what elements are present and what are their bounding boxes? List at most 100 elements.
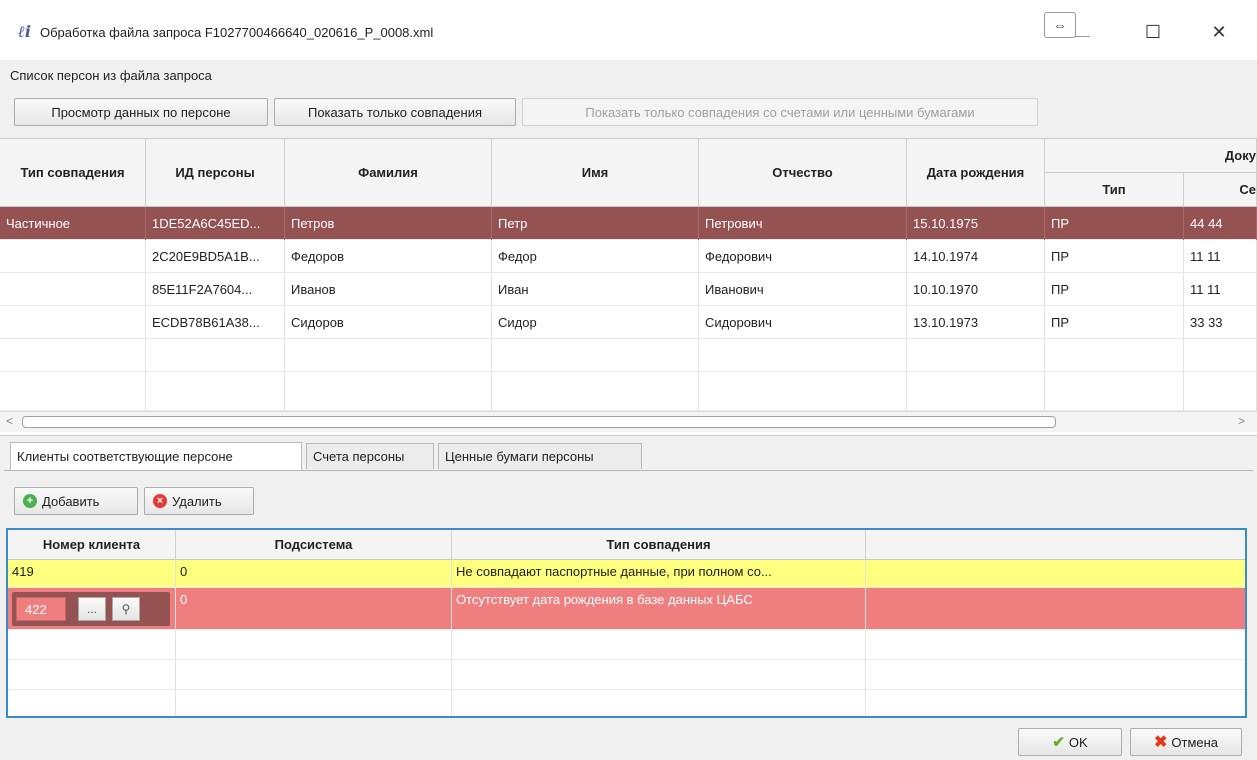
empty-cell [0,339,146,372]
show-matches-accounts-button[interactable]: Показать только совпадения со счетами ил… [522,98,1038,126]
cell-birth-date: 15.10.1975 [907,207,1045,240]
cell-birth-date: 14.10.1974 [907,240,1045,273]
header-match-type[interactable]: Тип совпадения [452,530,866,560]
cell-patronymic: Федорович [699,240,907,273]
cell-client-number-editor[interactable]: 422 ... ⚲ [8,588,176,629]
empty-cell [452,630,866,659]
header-last-name[interactable]: Фамилия [285,139,492,207]
search-button[interactable]: ⚲ [112,597,140,621]
empty-row [0,339,1257,372]
delete-button-label: Удалить [172,493,222,509]
empty-cell [492,339,699,372]
cell-subsystem: 0 [176,588,452,629]
cell-match-type [0,306,146,339]
table-row[interactable]: 2C20E9BD5A1B... Федоров Федор Федорович … [0,240,1257,273]
maximize-button[interactable]: ☐ [1130,14,1176,50]
cell-doc-series: 44 44 [1184,207,1257,240]
ok-button[interactable]: ✔ OK [1018,728,1122,756]
close-button[interactable]: ✕ [1196,14,1242,50]
header-doc-series[interactable]: Се [1184,173,1257,207]
cell-first-name: Иван [492,273,699,306]
empty-cell [866,690,1245,716]
cell-doc-series: 11 11 [1184,240,1257,273]
header-patronymic[interactable]: Отчество [699,139,907,207]
add-button[interactable]: + Добавить [14,487,138,515]
show-matches-button[interactable]: Показать только совпадения [274,98,516,126]
empty-cell [452,690,866,716]
cell-doc-type: ПР [1045,273,1184,306]
cell-birth-date: 13.10.1973 [907,306,1045,339]
cell-first-name: Сидор [492,306,699,339]
add-button-label: Добавить [42,493,100,509]
empty-cell [285,372,492,411]
empty-cell [176,630,452,659]
scrollbar-thumb[interactable] [22,416,1056,428]
cell-match-type: Частичное [0,207,146,240]
cell-patronymic: Сидорович [699,306,907,339]
tab-securities[interactable]: Ценные бумаги персоны [438,443,642,469]
cell-last-name: Петров [285,207,492,240]
resize-indicator-line [1074,36,1090,37]
empty-cell [907,339,1045,372]
search-icon: ⚲ [121,602,131,616]
cell-doc-type: ПР [1045,240,1184,273]
empty-cell [699,339,907,372]
empty-cell [866,660,1245,689]
view-person-button[interactable]: Просмотр данных по персоне [14,98,268,126]
empty-cell [907,372,1045,411]
header-client-number[interactable]: Номер клиента [8,530,176,560]
cell-person-id: 1DE52A6C45ED... [146,207,285,240]
cell-doc-type: ПР [1045,306,1184,339]
header-empty [866,530,1245,560]
empty-row [8,690,1245,716]
cell-last-name: Федоров [285,240,492,273]
cancel-x-icon: ✖ [1153,734,1168,751]
cell-match-type [0,240,146,273]
empty-cell [699,372,907,411]
resize-toggle-button[interactable]: ⇔ [1044,12,1076,38]
add-icon: + [23,494,37,508]
ok-button-label: OK [1068,734,1088,750]
table-row[interactable]: 422 ... ⚲ 0 Отсутствует дата рождения в … [8,588,1245,630]
empty-cell [452,660,866,689]
cell-patronymic: Петрович [699,207,907,240]
cancel-button[interactable]: ✖ Отмена [1130,728,1242,756]
empty-cell [866,588,1245,629]
checkmark-icon: ✔ [1052,734,1065,751]
window-title: Обработка файла запроса F1027700466640_0… [40,25,434,40]
cell-first-name: Петр [492,207,699,240]
scroll-right-icon[interactable]: > [1238,414,1245,428]
header-subsystem[interactable]: Подсистема [176,530,452,560]
cell-match-type [0,273,146,306]
double-arrow-icon: ⇔ [1053,17,1067,33]
dialog-body: Список персон из файла запроса Просмотр … [0,60,1257,760]
header-document-group: Доку [1045,139,1257,173]
empty-cell [285,339,492,372]
client-number-input[interactable]: 422 [16,597,66,621]
header-match-type[interactable]: Тип совпадения [0,139,146,207]
header-birth-date[interactable]: Дата рождения [907,139,1045,207]
scroll-left-icon[interactable]: < [6,414,13,428]
cell-doc-type: ПР [1045,207,1184,240]
cancel-button-label: Отмена [1171,734,1219,750]
header-doc-type[interactable]: Тип [1045,173,1184,207]
persons-grid[interactable]: Тип совпадения ИД персоны Фамилия Имя От… [0,138,1257,436]
empty-cell [1045,339,1184,372]
ellipsis-button[interactable]: ... [78,597,106,621]
table-row[interactable]: ECDB78B61A38... Сидоров Сидор Сидорович … [0,306,1257,339]
clients-grid[interactable]: Номер клиента Подсистема Тип совпадения … [6,528,1247,718]
tab-accounts[interactable]: Счета персоны [306,443,434,469]
cell-match-type: Не совпадают паспортные данные, при полн… [452,560,866,587]
table-row[interactable]: 85E11F2A7604... Иванов Иван Иванович 10.… [0,273,1257,306]
table-row[interactable]: Частичное 1DE52A6C45ED... Петров Петр Пе… [0,207,1257,240]
horizontal-scrollbar[interactable]: < > [0,411,1257,432]
delete-button[interactable]: × Удалить [144,487,254,515]
header-person-id[interactable]: ИД персоны [146,139,285,207]
tab-clients[interactable]: Клиенты соответствующие персоне [10,442,302,470]
client-number-editor[interactable]: 422 ... ⚲ [12,592,170,626]
table-row[interactable]: 419 0 Не совпадают паспортные данные, пр… [8,560,1245,588]
empty-cell [866,630,1245,659]
cell-last-name: Иванов [285,273,492,306]
cell-client-number: 419 [8,560,176,587]
header-first-name[interactable]: Имя [492,139,699,207]
